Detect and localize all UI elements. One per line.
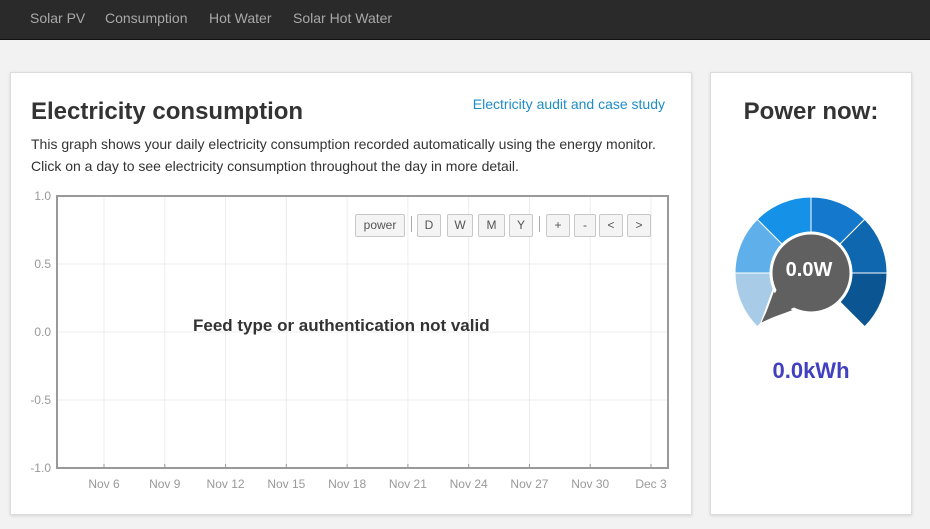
chart-y-tick-label: -0.5 <box>30 393 51 407</box>
consumption-panel: Electricity consumption Electricity audi… <box>10 72 692 515</box>
nav-item-hot-water[interactable]: Hot Water <box>209 10 272 26</box>
chart-y-tick-label: -1.0 <box>30 461 51 475</box>
power-value: 0.0W <box>785 259 833 281</box>
consumption-chart[interactable]: 1.0 0.5 0.0 -0.5 -1.0 Nov 6 Nov 9 Nov 12 Nov 15 N… <box>11 73 691 519</box>
error-message: Feed type or authentication not valid <box>193 316 490 335</box>
nav-item-consumption[interactable]: Consumption <box>105 10 188 26</box>
energy-value: 0.0kWh <box>772 358 850 383</box>
day-button[interactable]: D <box>417 214 441 237</box>
chart-x-tick-label: Nov 9 <box>149 477 181 491</box>
nav-item-solar-pv[interactable]: Solar PV <box>30 10 85 26</box>
zoom-in-button[interactable]: + <box>546 214 570 237</box>
power-now-panel: Power now: 0.0W 0.0kWh <box>710 72 912 515</box>
chart-x-tick-label: Nov 24 <box>450 477 488 491</box>
top-navbar: Solar PV Consumption Hot Water Solar Hot… <box>0 0 930 40</box>
zoom-out-button[interactable]: - <box>574 214 596 237</box>
chart-x-tick-label: Nov 6 <box>88 477 120 491</box>
chart-x-tick-label: Nov 27 <box>510 477 548 491</box>
chart-y-tick-label: 0.0 <box>34 325 51 339</box>
power-now-title: Power now: <box>743 98 879 125</box>
chart-x-tick-label: Nov 21 <box>389 477 427 491</box>
week-button[interactable]: W <box>447 214 473 237</box>
chart-x-tick-label: Nov 18 <box>328 477 366 491</box>
control-separator <box>539 216 540 232</box>
chart-x-tick-label: Nov 15 <box>267 477 305 491</box>
chart-y-tick-label: 1.0 <box>34 189 51 203</box>
power-button[interactable]: power <box>355 214 405 237</box>
prev-button[interactable]: < <box>599 214 623 237</box>
month-button[interactable]: M <box>478 214 505 237</box>
chart-x-tick-label: Dec 3 <box>635 477 667 491</box>
control-separator <box>411 216 412 232</box>
chart-svg: 1.0 0.5 0.0 -0.5 -1.0 Nov 6 Nov 9 Nov 12 Nov 15 N… <box>30 189 669 491</box>
chart-y-tick-label: 0.5 <box>34 257 51 271</box>
year-button[interactable]: Y <box>509 214 533 237</box>
next-button[interactable]: > <box>627 214 651 237</box>
chart-x-tick-label: Nov 30 <box>571 477 609 491</box>
nav-item-solar-hot-water[interactable]: Solar Hot Water <box>293 10 392 26</box>
chart-x-tick-label: Nov 12 <box>207 477 245 491</box>
